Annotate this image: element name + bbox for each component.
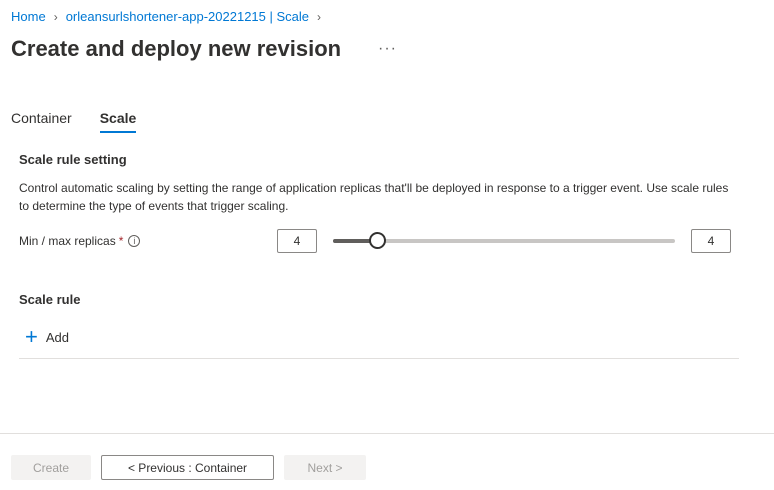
add-scale-rule-button[interactable]: + Add — [25, 324, 69, 349]
plus-icon: + — [25, 324, 38, 349]
tab-list: Container Scale — [11, 110, 164, 133]
page-title: Create and deploy new revision — [11, 36, 342, 61]
create-button[interactable]: Create — [11, 455, 91, 480]
footer-divider — [0, 433, 774, 434]
breadcrumb: Home › orleansurlshortener-app-20221215 … — [11, 9, 329, 24]
replicas-range-slider[interactable] — [333, 232, 675, 249]
breadcrumb-chevron-icon: › — [317, 9, 321, 24]
scale-description: Control automatic scaling by setting the… — [19, 181, 729, 213]
max-replicas-input[interactable]: 4 — [691, 229, 731, 253]
slider-thumb[interactable] — [369, 232, 387, 249]
divider — [19, 358, 739, 359]
min-replicas-input[interactable]: 4 — [277, 229, 317, 253]
required-asterisk: * — [118, 234, 124, 248]
info-icon[interactable]: i — [128, 235, 141, 247]
breadcrumb-home-link[interactable]: Home — [11, 9, 46, 24]
replicas-label-text: Min / max replicas — [19, 234, 116, 248]
more-options-icon[interactable]: ··· — [378, 40, 397, 58]
scale-rule-setting-heading: Scale rule setting — [19, 152, 127, 167]
breadcrumb-chevron-icon: › — [53, 9, 58, 24]
breadcrumb-app-link[interactable]: orleansurlshortener-app-20221215 | Scale — [66, 9, 309, 24]
tab-container[interactable]: Container — [11, 110, 72, 133]
previous-button[interactable]: < Previous : Container — [101, 455, 274, 480]
scale-rule-heading: Scale rule — [19, 292, 81, 307]
replicas-label: Min / max replicas * i — [19, 234, 141, 248]
tab-scale[interactable]: Scale — [99, 110, 136, 133]
add-label: Add — [45, 329, 69, 345]
next-button[interactable]: Next > — [284, 455, 366, 480]
